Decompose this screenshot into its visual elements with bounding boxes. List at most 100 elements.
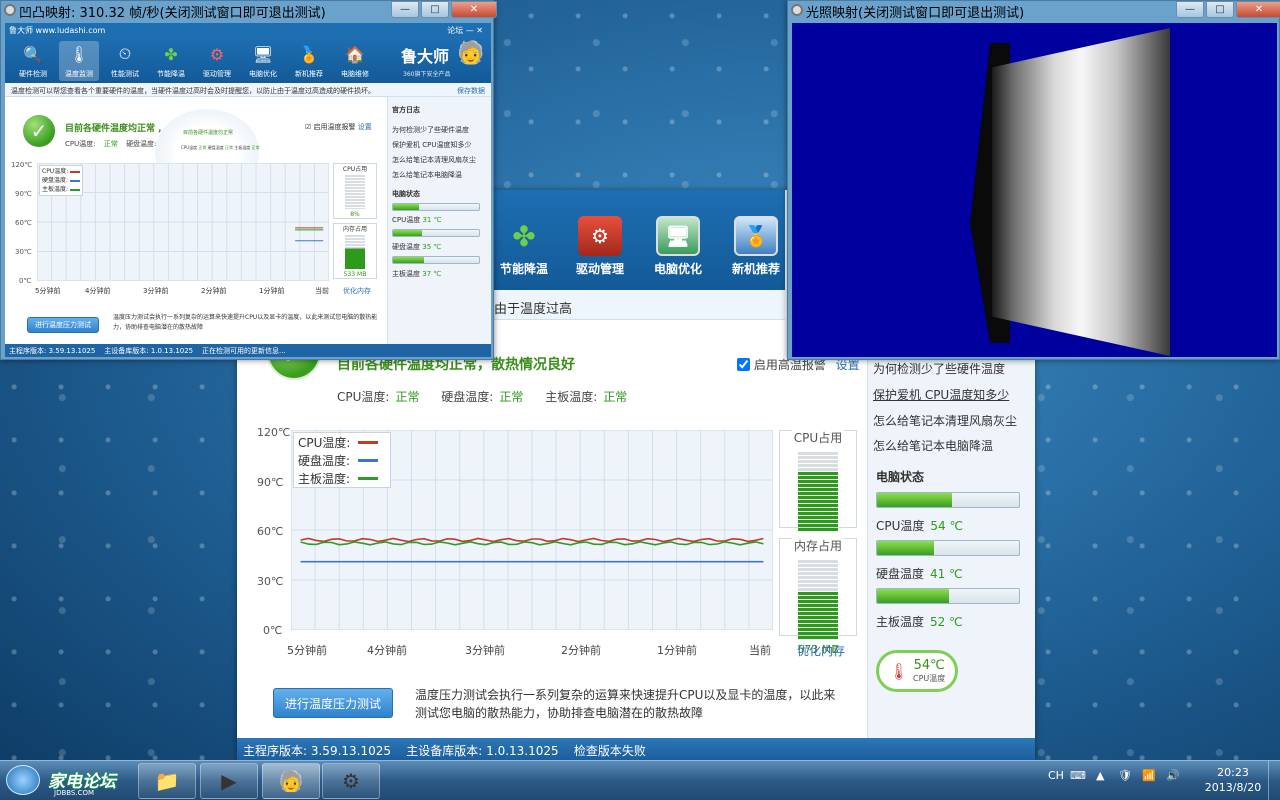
mini-stress-test-button[interactable]: 进行温度压力测试	[27, 317, 99, 333]
stress-test-button[interactable]: 进行温度压力测试	[273, 688, 393, 718]
stress-desc-line-2: 测试您电脑的散热能力，协助排查电脑潜在的散热故障	[415, 706, 704, 720]
mini-lens-row: CPU温度 正常 硬盘温度 正常 主板温度 正常	[181, 145, 260, 151]
close-button[interactable]: ✕	[1236, 1, 1280, 18]
mini-lens-caption: 目前各硬件温度均正常	[183, 129, 233, 136]
volume-icon[interactable]: 🔊	[1166, 769, 1180, 782]
ludashi-mini-app: 鲁大师 www.ludashi.com 论坛 — ✕ 🔍 硬件检测 🌡 温度监测 ⏲…	[5, 23, 491, 357]
toolbar-energy-saving[interactable]: ✤ 节能降温	[487, 216, 561, 277]
gauge-text: 54℃ CPU温度	[913, 658, 945, 684]
lens-status: 目前各硬件温度均正常	[183, 130, 234, 136]
mini-side-link[interactable]: 保护爱机 CPU温度知多少	[392, 140, 471, 150]
disk-temp-bar	[876, 540, 1020, 556]
cpu-temp-bar	[876, 492, 1020, 508]
mini-tab-temperature[interactable]: 🌡 温度监测	[59, 41, 99, 81]
mini-cpu-temp-reading: CPU温度 31 ℃	[392, 215, 441, 225]
memory-usage-title: 内存占用	[791, 537, 844, 554]
minimize-button[interactable]: —	[391, 1, 419, 18]
mini-board-temp-bar	[392, 256, 480, 264]
gauge-icon: ⏲	[118, 44, 132, 63]
cpu-temp-gauge: 🌡 54℃ CPU温度	[876, 650, 958, 692]
temp-value: 41 ℃	[930, 567, 963, 581]
forum-logo-sub: JDBBS.COM	[54, 789, 95, 797]
meter-segment	[798, 564, 838, 567]
mini-tab-performance[interactable]: ⏲ 性能测试	[105, 41, 145, 79]
alarm-settings-link[interactable]: 设置	[836, 358, 860, 372]
clock-date: 2013/8/20	[1204, 781, 1262, 794]
keyboard-icon[interactable]: ⌨	[1070, 769, 1086, 782]
window-title: 光照映射(关闭测试窗口即可退出测试)	[806, 6, 1025, 21]
mini-cpu-meter-title: CPU占用	[342, 166, 368, 173]
mini-side-link[interactable]: 怎么给笔记本清理风扇灰尘	[392, 155, 476, 165]
meter-segment	[798, 584, 838, 587]
lens-disk-label: 硬盘温度	[207, 145, 224, 150]
mini-side-link[interactable]: 怎么给笔记本电脑降温	[392, 170, 462, 180]
mini-legend-swatch	[69, 179, 80, 182]
mini-alarm-label: 启用温度报警	[313, 123, 356, 131]
meter-segment	[798, 624, 838, 627]
mini-x-tick: 5分钟前	[35, 287, 61, 295]
monitor-award-icon: 🏅	[734, 216, 778, 256]
meter-segment	[798, 632, 838, 635]
clock[interactable]: 20:23 2013/8/20	[1200, 765, 1266, 795]
memory-usage-bars	[798, 560, 838, 639]
meter-segment	[798, 476, 838, 479]
show-desktop-button[interactable]	[1268, 761, 1280, 800]
save-data-link[interactable]: 保存数据	[457, 86, 485, 96]
toolbar-new-pc[interactable]: 🏅 新机推荐	[719, 216, 793, 277]
mini-memory-value: 533 MB	[343, 271, 367, 278]
mini-tab-energy[interactable]: ✤ 节能降温	[151, 41, 191, 79]
mini-tab-hardware[interactable]: 🔍 硬件检测	[13, 41, 53, 79]
close-button[interactable]: ✕	[451, 1, 497, 18]
show-hidden-icons[interactable]: ▲	[1096, 769, 1104, 782]
mini-optimize-memory-link[interactable]: 优化内存	[343, 286, 371, 296]
mini-temp-label: 硬盘温度	[392, 243, 420, 251]
mini-legend-label: 主板温度:	[42, 186, 69, 193]
x-tick: 3分钟前	[465, 644, 505, 657]
mini-tab-driver[interactable]: ⚙ 驱动管理	[197, 41, 237, 79]
mini-cpu-bars	[345, 175, 365, 209]
app-window-controls[interactable]: 论坛 — ✕	[447, 25, 483, 36]
y-tick: 30℃	[257, 575, 284, 588]
meter-segment	[798, 480, 838, 483]
legend-label: 主板温度:	[298, 471, 351, 486]
meter-segment	[798, 520, 838, 523]
minimize-button[interactable]: —	[1176, 1, 1204, 18]
maximize-button[interactable]: □	[421, 1, 449, 18]
mini-status-text: 目前各硬件温度均正常	[65, 124, 156, 134]
toolbar-driver-manager[interactable]: ⚙ 驱动管理	[563, 216, 637, 277]
mini-legend-disk: 硬盘温度:	[42, 176, 80, 185]
mini-toolbar: 🔍 硬件检测 🌡 温度监测 ⏲ 性能测试 ✤ 节能降温 ⚙ 驱动管理 🖥 电脑优化 🏅 新机推…	[5, 37, 491, 83]
clover-icon: ✤	[164, 44, 178, 64]
mini-tab-new-pc[interactable]: 🏅 新机推荐	[289, 41, 329, 79]
mini-alarm-toggle[interactable]: ☑ 启用温度报警 设置	[305, 122, 372, 132]
taskbar-explorer[interactable]: 📁	[138, 763, 196, 799]
mini-version-info: 主程序版本: 3.59.13.1025 主设备库版本: 1.0.13.1025 …	[9, 347, 286, 355]
mini-alarm-settings[interactable]: 设置	[358, 123, 372, 131]
side-link[interactable]: 怎么给笔记本电脑降温	[873, 437, 993, 454]
security-tray-icon[interactable]: 🛡	[1118, 769, 1132, 782]
gauge-label: CPU温度	[913, 674, 946, 683]
side-link[interactable]: 为何检测少了些硬件温度	[873, 360, 1005, 377]
side-link[interactable]: 保护爱机 CPU温度知多少	[873, 386, 1009, 403]
optimize-memory-link[interactable]: 优化内存	[797, 642, 845, 659]
side-link[interactable]: 怎么给笔记本清理风扇灰尘	[873, 412, 1017, 429]
taskbar-gpu-test[interactable]: ⚙	[322, 763, 380, 799]
mini-cpu-meter: CPU占用 8%	[333, 163, 377, 219]
maximize-button[interactable]: □	[1206, 1, 1234, 18]
network-icon[interactable]: 📶	[1142, 769, 1156, 782]
mini-side-link[interactable]: 为何检测少了些硬件温度	[392, 125, 469, 135]
meter-segment	[798, 636, 838, 639]
forum-link[interactable]: 论坛	[447, 26, 463, 35]
taskbar-ludashi[interactable]: 🧓	[262, 763, 320, 799]
mini-tab-repair[interactable]: 🏠 电脑维修	[335, 41, 375, 79]
taskbar-media-player[interactable]: ▶	[200, 763, 258, 799]
mini-legend-label: 硬盘温度:	[42, 177, 69, 184]
toolbar-label: 驱动管理	[575, 262, 624, 276]
language-indicator[interactable]: CH	[1048, 769, 1064, 782]
start-button[interactable]: 家电论坛 JDBBS.COM	[6, 765, 130, 797]
alarm-checkbox[interactable]	[737, 358, 750, 371]
legend-board: 主板温度:	[294, 469, 390, 487]
mini-tab-optimize[interactable]: 🖥 电脑优化	[243, 41, 283, 79]
cpu-usage-meter: CPU占用 75%	[779, 429, 857, 548]
toolbar-pc-optimize[interactable]: 🖥 电脑优化	[641, 216, 715, 277]
